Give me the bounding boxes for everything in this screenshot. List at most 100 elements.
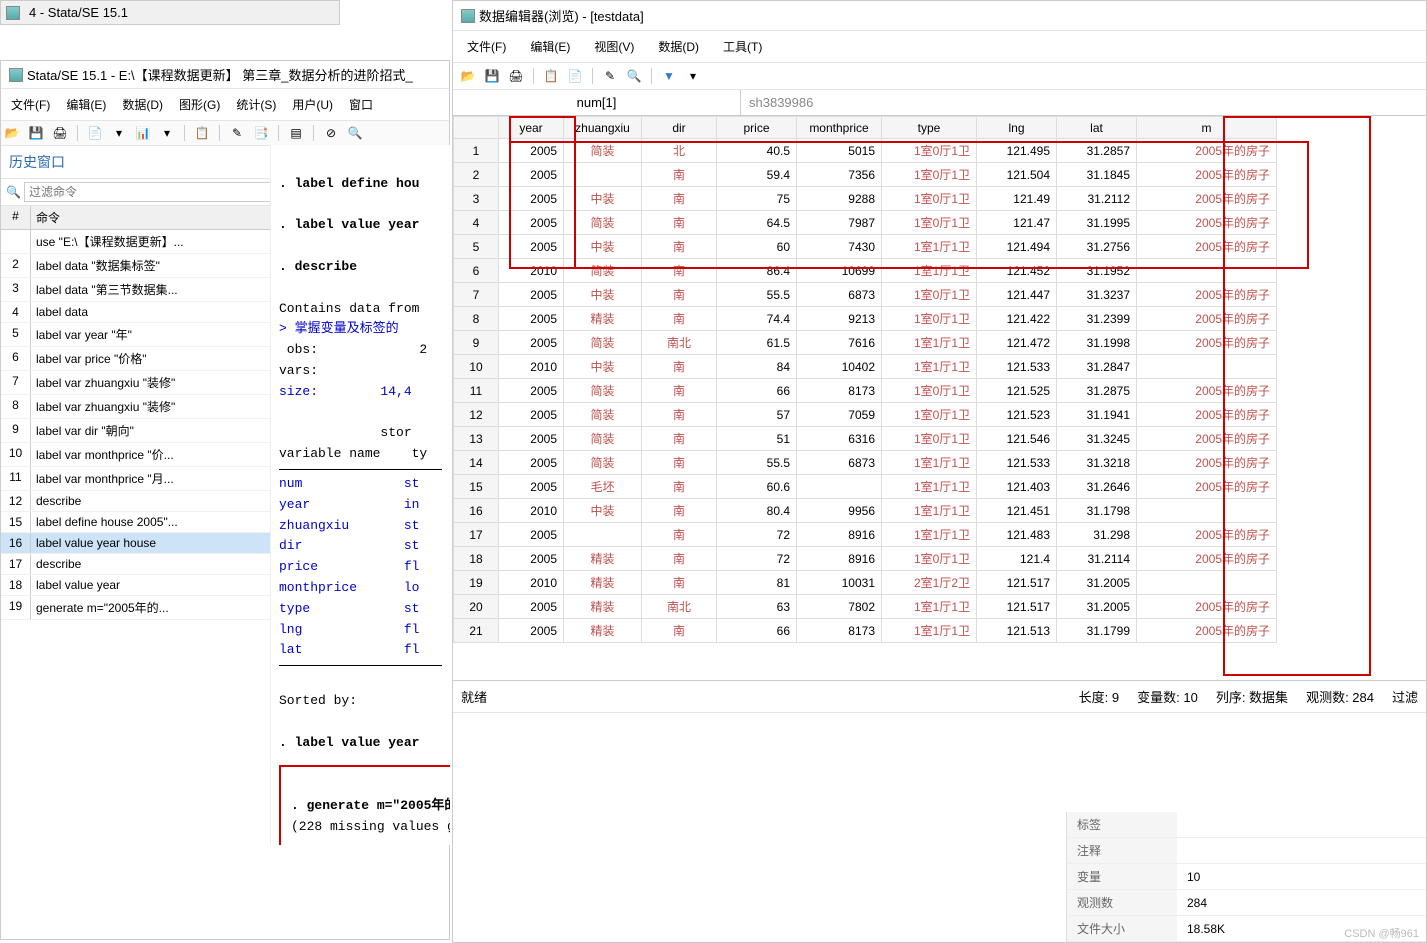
cell-reference-bar: num[1] sh3839986 — [453, 90, 1426, 116]
results-highlight-box: . generate m="2005年的房子" if year==2005 (2… — [279, 765, 450, 845]
variables-icon[interactable]: ▤ — [287, 124, 305, 142]
table-row[interactable]: 62010简装南86.4106991室1厅1卫121.45231.1952 — [454, 259, 1277, 283]
column-header[interactable]: lat — [1057, 117, 1137, 139]
filter-icon[interactable]: ▼ — [660, 67, 678, 85]
search-icon: 🔍 — [6, 185, 21, 199]
column-header[interactable]: dir — [642, 117, 717, 139]
table-row[interactable]: 182005精装南7289161室0厅1卫121.431.21142005年的房… — [454, 547, 1277, 571]
main-titlebar: Stata/SE 15.1 - E:\【课程数据更新】 第三章_数据分析的进阶招… — [1, 61, 449, 89]
property-row: 变量10 — [1067, 864, 1426, 890]
table-row[interactable]: 162010中装南80.499561室1厅1卫121.45131.1798 — [454, 499, 1277, 523]
results-pane: . label define hou . label value year . … — [270, 145, 450, 845]
column-header[interactable]: monthprice — [797, 117, 882, 139]
break-icon[interactable]: ⊘ — [322, 124, 340, 142]
menu-item[interactable]: 文件(F) — [455, 36, 518, 57]
data-editor-window: 数据编辑器(浏览) - [testdata] 文件(F)编辑(E)视图(V)数据… — [452, 0, 1427, 943]
status-ready: 就绪 — [461, 687, 487, 706]
edit-mode-icon[interactable]: ✎ — [601, 67, 619, 85]
menu-item[interactable]: 窗口 — [341, 93, 381, 116]
table-row[interactable]: 212005精装南6681731室1厅1卫121.51331.17992005年… — [454, 619, 1277, 643]
data-grid[interactable]: yearzhuangxiudirpricemonthpricetypelngla… — [453, 116, 1277, 643]
table-row[interactable]: 112005简装南6681731室0厅1卫121.52531.28752005年… — [454, 379, 1277, 403]
column-header[interactable]: year — [499, 117, 564, 139]
menu-item[interactable]: 编辑(E) — [58, 93, 114, 116]
menu-item[interactable]: 文件(F) — [3, 93, 58, 116]
watermark: CSDN @畅961 — [1344, 925, 1419, 941]
open-icon[interactable]: 📂 — [3, 124, 21, 142]
open-icon[interactable]: 📂 — [459, 67, 477, 85]
menu-item[interactable]: 图形(G) — [171, 93, 228, 116]
table-row[interactable]: 142005简装南55.568731室1厅1卫121.53331.3218200… — [454, 451, 1277, 475]
property-row: 注释 — [1067, 838, 1426, 864]
menu-item[interactable]: 视图(V) — [582, 36, 646, 57]
rowheader-col — [454, 117, 499, 139]
print-icon[interactable]: 🖨 — [51, 124, 69, 142]
viewer-icon[interactable]: ▾ — [110, 124, 128, 142]
main-menu-bar: 文件(F)编辑(E)数据(D)图形(G)统计(S)用户(U)窗口 — [1, 89, 449, 121]
save-icon[interactable]: 💾 — [27, 124, 45, 142]
data-editor-icon[interactable]: 📋 — [193, 124, 211, 142]
column-header[interactable]: price — [717, 117, 797, 139]
menu-item[interactable]: 工具(T) — [711, 36, 774, 57]
stata-app-icon — [6, 6, 20, 20]
cell-reference[interactable]: num[1] — [453, 90, 741, 115]
table-row[interactable]: 22005南59.473561室0厅1卫121.50431.18452005年的… — [454, 163, 1277, 187]
copy-icon[interactable]: 📄 — [566, 67, 584, 85]
main-toolbar: 📂 💾 🖨 📄 ▾ 📊 ▾ 📋 ✎ 📑 ▤ ⊘ 🔍 — [1, 121, 449, 146]
status-length: 长度: 9 — [1079, 687, 1119, 706]
data-editor-app-icon — [461, 9, 475, 23]
main-window-title: Stata/SE 15.1 - E:\【课程数据更新】 第三章_数据分析的进阶招… — [27, 65, 413, 84]
column-header[interactable]: zhuangxiu — [564, 117, 642, 139]
print-icon[interactable]: 🖨 — [507, 67, 525, 85]
status-bar: 就绪 长度: 9 变量数: 10 列序: 数据集 观测数: 284 过滤 — [453, 681, 1426, 713]
menu-item[interactable]: 编辑(E) — [518, 36, 582, 57]
dropdown-icon[interactable]: ▾ — [684, 67, 702, 85]
dofile-icon[interactable]: ▾ — [158, 124, 176, 142]
table-row[interactable]: 122005简装南5770591室0厅1卫121.52331.19412005年… — [454, 403, 1277, 427]
table-row[interactable]: 172005南7289161室1厅1卫121.48331.2982005年的房子 — [454, 523, 1277, 547]
data-editor-toolbar: 📂 💾 🖨 📋 📄 ✎ 🔍 ▼ ▾ — [453, 63, 1426, 90]
menu-item[interactable]: 数据(D) — [646, 36, 711, 57]
snapshot-icon[interactable]: 📋 — [542, 67, 560, 85]
column-header[interactable]: type — [882, 117, 977, 139]
edit-icon[interactable]: ✎ — [228, 124, 246, 142]
status-filter: 过滤 — [1392, 687, 1418, 706]
history-col-n: # — [1, 206, 31, 229]
browse-mode-icon[interactable]: 🔍 — [625, 67, 643, 85]
save-icon[interactable]: 💾 — [483, 67, 501, 85]
table-row[interactable]: 12005简装北40.550151室0厅1卫121.49531.28572005… — [454, 139, 1277, 163]
column-header[interactable]: lng — [977, 117, 1057, 139]
bg-window-title: 4 - Stata/SE 15.1 — [29, 5, 128, 20]
table-row[interactable]: 42005简装南64.579871室0厅1卫121.4731.19952005年… — [454, 211, 1277, 235]
table-row[interactable]: 102010中装南84104021室1厅1卫121.53331.2847 — [454, 355, 1277, 379]
menu-item[interactable]: 数据(D) — [114, 93, 171, 116]
table-row[interactable]: 192010精装南81100312室1厅2卫121.51731.2005 — [454, 571, 1277, 595]
table-row[interactable]: 92005简装南北61.576161室1厅1卫121.47231.1998200… — [454, 331, 1277, 355]
data-editor-menu: 文件(F)编辑(E)视图(V)数据(D)工具(T) — [453, 31, 1426, 63]
status-order: 列序: 数据集 — [1216, 687, 1288, 706]
table-row[interactable]: 152005毛坯南60.61室1厅1卫121.40331.26462005年的房… — [454, 475, 1277, 499]
table-row[interactable]: 32005中装南7592881室0厅1卫121.4931.21122005年的房… — [454, 187, 1277, 211]
property-row: 标签 — [1067, 812, 1426, 838]
table-row[interactable]: 72005中装南55.568731室0厅1卫121.44731.32372005… — [454, 283, 1277, 307]
data-editor-titlebar: 数据编辑器(浏览) - [testdata] — [453, 1, 1426, 31]
search-icon[interactable]: 🔍 — [346, 124, 364, 142]
cell-value[interactable]: sh3839986 — [741, 90, 1426, 115]
graph-icon[interactable]: 📊 — [134, 124, 152, 142]
status-obs: 观测数: 284 — [1306, 687, 1374, 706]
menu-item[interactable]: 统计(S) — [228, 93, 284, 116]
table-row[interactable]: 132005简装南5163161室0厅1卫121.54631.32452005年… — [454, 427, 1277, 451]
property-row: 观测数284 — [1067, 890, 1426, 916]
status-vars: 变量数: 10 — [1137, 687, 1198, 706]
menu-item[interactable]: 用户(U) — [284, 93, 341, 116]
data-grid-container[interactable]: yearzhuangxiudirpricemonthpricetypelngla… — [453, 116, 1426, 681]
background-window-tab: 4 - Stata/SE 15.1 — [0, 0, 340, 25]
table-row[interactable]: 202005精装南北6378021室1厅1卫121.51731.20052005… — [454, 595, 1277, 619]
table-row[interactable]: 82005精装南74.492131室0厅1卫121.42231.23992005… — [454, 307, 1277, 331]
browse-icon[interactable]: 📑 — [252, 124, 270, 142]
properties-panel: 标签注释变量10观测数284文件大小18.58K — [1066, 812, 1426, 942]
log-icon[interactable]: 📄 — [86, 124, 104, 142]
stata-app-icon — [9, 68, 23, 82]
table-row[interactable]: 52005中装南6074301室1厅1卫121.49431.27562005年的… — [454, 235, 1277, 259]
column-header[interactable]: m — [1137, 117, 1277, 139]
